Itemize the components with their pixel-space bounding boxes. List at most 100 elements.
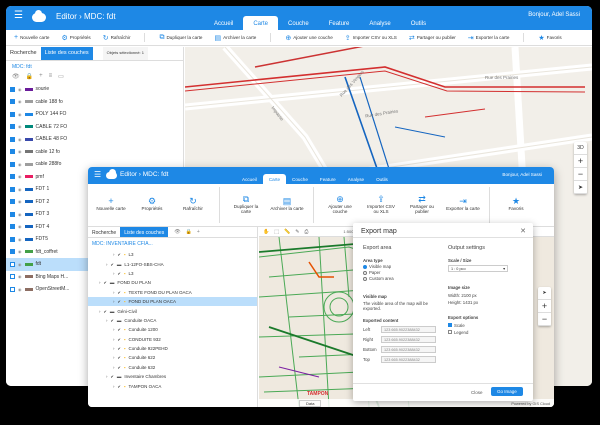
layer-checkbox[interactable] bbox=[10, 136, 15, 142]
eye-icon[interactable]: ◉ bbox=[18, 287, 22, 292]
layer-item[interactable]: › ✔ ▪ CONDUITE 932 bbox=[88, 335, 257, 344]
chevron-right-icon[interactable]: › bbox=[106, 374, 108, 379]
layer-item[interactable]: › ✔ ▪ TAMPON OACA bbox=[88, 381, 257, 390]
layer-checkbox[interactable] bbox=[10, 261, 15, 267]
eye-icon[interactable]: ◉ bbox=[18, 224, 22, 229]
check-icon[interactable]: ✔ bbox=[104, 309, 107, 314]
print-icon[interactable]: ⎙ bbox=[304, 229, 308, 235]
eye-icon[interactable]: ◉ bbox=[18, 99, 22, 104]
menu-icon[interactable]: ☰ bbox=[14, 10, 23, 21]
layer-item[interactable]: › ✔ ▪ FOND DU PLAN OACA bbox=[88, 296, 257, 307]
layer-item[interactable]: › ✔ ▪ L3 bbox=[88, 269, 257, 278]
check-icon[interactable]: ✔ bbox=[118, 271, 121, 276]
layer-item[interactable]: ◉ cable 12 fo bbox=[6, 146, 183, 159]
eye-icon[interactable]: ◉ bbox=[18, 274, 22, 279]
tab-carte[interactable]: Carte bbox=[262, 174, 287, 184]
layer-item[interactable]: ◉ sourie bbox=[6, 83, 183, 96]
layer-checkbox[interactable] bbox=[10, 161, 15, 167]
chevron-right-icon[interactable]: › bbox=[113, 337, 115, 342]
add-icon[interactable]: + bbox=[197, 229, 200, 235]
layer-item[interactable]: › ✔ ▬ Conduite OACA bbox=[88, 316, 257, 325]
check-icon[interactable]: ✔ bbox=[111, 318, 114, 323]
eye-icon[interactable]: 👁 bbox=[12, 73, 20, 83]
pan-icon[interactable]: ✋ bbox=[263, 229, 269, 235]
back-app-name[interactable]: Editor bbox=[56, 12, 77, 21]
front-greeting[interactable]: Bonjour, Adel Sassi bbox=[502, 172, 542, 177]
layer-item[interactable]: › ✔ ▪ Conduite 922PEHD bbox=[88, 344, 257, 353]
layer-checkbox[interactable] bbox=[10, 99, 15, 105]
layer-item[interactable]: ◉ CABLE 72 FO bbox=[6, 121, 183, 134]
area-option-custom-area[interactable]: Custom area bbox=[363, 276, 394, 282]
eye-icon[interactable]: ◉ bbox=[18, 174, 22, 179]
tab-couche[interactable]: Couche bbox=[278, 16, 319, 31]
locate-icon[interactable]: ➤ bbox=[574, 181, 587, 194]
folder-icon[interactable]: ▭ bbox=[58, 73, 64, 83]
select-icon[interactable]: ⬚ bbox=[274, 229, 279, 235]
extent-input[interactable]: 123 665.9022388432 bbox=[381, 326, 436, 333]
eye-icon[interactable]: ◉ bbox=[18, 237, 22, 242]
ajouter-une-couche-button[interactable]: ⊕ Ajouter une couche bbox=[323, 194, 357, 214]
layer-checkbox[interactable] bbox=[10, 224, 15, 230]
importer-csv-ou-xls-button[interactable]: ⇪ Importer CSV ou XLS bbox=[364, 194, 398, 214]
check-icon[interactable]: ✔ bbox=[118, 365, 121, 370]
eye-icon[interactable]: ◉ bbox=[18, 137, 22, 142]
tab-accueil[interactable]: Accueil bbox=[204, 16, 243, 31]
propriétés-button[interactable]: ⚙ Propriétés bbox=[135, 197, 169, 212]
layer-item[interactable]: › ✔ ▬ Inventaire Chambres bbox=[88, 372, 257, 381]
close-icon[interactable]: ✕ bbox=[520, 227, 526, 235]
export-button[interactable]: Go Image bbox=[491, 387, 523, 396]
chevron-right-icon[interactable]: › bbox=[99, 309, 101, 314]
tab-outils[interactable]: Outils bbox=[370, 174, 394, 184]
layer-item[interactable]: › ✔ ▪ Conduite 1200 bbox=[88, 325, 257, 334]
eye-icon[interactable]: ◉ bbox=[18, 112, 22, 117]
propriétés-button[interactable]: ⚙ Propriétés bbox=[61, 34, 90, 42]
ajouter-une-couche-button[interactable]: ⊕ Ajouter une couche bbox=[285, 34, 332, 42]
add-icon[interactable]: + bbox=[39, 73, 43, 83]
partager-ou-publier-button[interactable]: ⇄ Partager ou publier bbox=[409, 34, 456, 42]
layer-item[interactable]: ◉ CABLE 48 FO bbox=[6, 133, 183, 146]
chevron-right-icon[interactable]: › bbox=[113, 355, 115, 360]
layer-checkbox[interactable] bbox=[10, 236, 15, 242]
chevron-right-icon[interactable]: › bbox=[113, 327, 115, 332]
layer-checkbox[interactable] bbox=[10, 211, 15, 217]
archiver-la-carte-button[interactable]: ▤ Archiver la carte bbox=[270, 197, 304, 212]
zoom-in-button[interactable]: + bbox=[574, 155, 587, 168]
check-icon[interactable]: ✔ bbox=[118, 290, 121, 295]
filter-icon[interactable]: ≡ bbox=[49, 73, 53, 83]
layer-checkbox[interactable] bbox=[10, 124, 15, 130]
favoris-button[interactable]: ★ Favoris bbox=[538, 34, 561, 42]
tab-carte[interactable]: Carte bbox=[243, 16, 279, 31]
favoris-button[interactable]: ★ Favoris bbox=[499, 197, 533, 212]
check-icon[interactable]: ✔ bbox=[118, 384, 121, 389]
chevron-right-icon[interactable]: › bbox=[113, 346, 115, 351]
back-tab-search[interactable]: Rocherche bbox=[6, 47, 41, 60]
check-icon[interactable]: ✔ bbox=[118, 346, 121, 351]
chevron-right-icon[interactable]: › bbox=[113, 271, 115, 276]
rafraîchir-button[interactable]: ↻ Rafraîchir bbox=[103, 34, 131, 42]
lock-icon[interactable]: 🔒 bbox=[186, 229, 192, 235]
extent-input[interactable]: 123 665.9022388432 bbox=[381, 346, 436, 353]
exporter-la-carte-button[interactable]: ⇥ Exporter la carte bbox=[468, 34, 510, 42]
eye-icon[interactable]: ◉ bbox=[18, 162, 22, 167]
close-button[interactable]: Close bbox=[465, 388, 489, 397]
lock-icon[interactable]: 🔒 bbox=[26, 73, 33, 83]
eye-icon[interactable]: ◉ bbox=[18, 149, 22, 154]
option-legend[interactable]: Legend bbox=[448, 330, 468, 335]
archiver-la-carte-button[interactable]: ▤ Archiver la carte bbox=[215, 34, 257, 42]
front-tab-layers[interactable]: Liste des couches bbox=[120, 227, 169, 237]
extent-input[interactable]: 123 665.9022388432 bbox=[381, 356, 436, 363]
zoom-out-button[interactable]: − bbox=[538, 313, 551, 326]
layer-item[interactable]: › ✔ ▪ Conduite 622 bbox=[88, 353, 257, 362]
locate-icon[interactable]: ➤ bbox=[538, 287, 551, 300]
chevron-right-icon[interactable]: › bbox=[113, 365, 115, 370]
check-icon[interactable]: ✔ bbox=[118, 337, 121, 342]
layer-checkbox[interactable] bbox=[10, 111, 15, 117]
layer-item[interactable]: ◉ cable 188 fo bbox=[6, 96, 183, 109]
chevron-right-icon[interactable]: › bbox=[99, 280, 101, 285]
chevron-right-icon[interactable]: › bbox=[113, 290, 115, 295]
layer-item[interactable]: › ✔ ▪ L3 bbox=[88, 250, 257, 259]
exporter-la-carte-button[interactable]: ⇥ Exporter la carte bbox=[446, 197, 480, 212]
chevron-right-icon[interactable]: › bbox=[106, 318, 108, 323]
eye-icon[interactable]: ◉ bbox=[18, 187, 22, 192]
tab-feature[interactable]: Feature bbox=[314, 174, 342, 184]
